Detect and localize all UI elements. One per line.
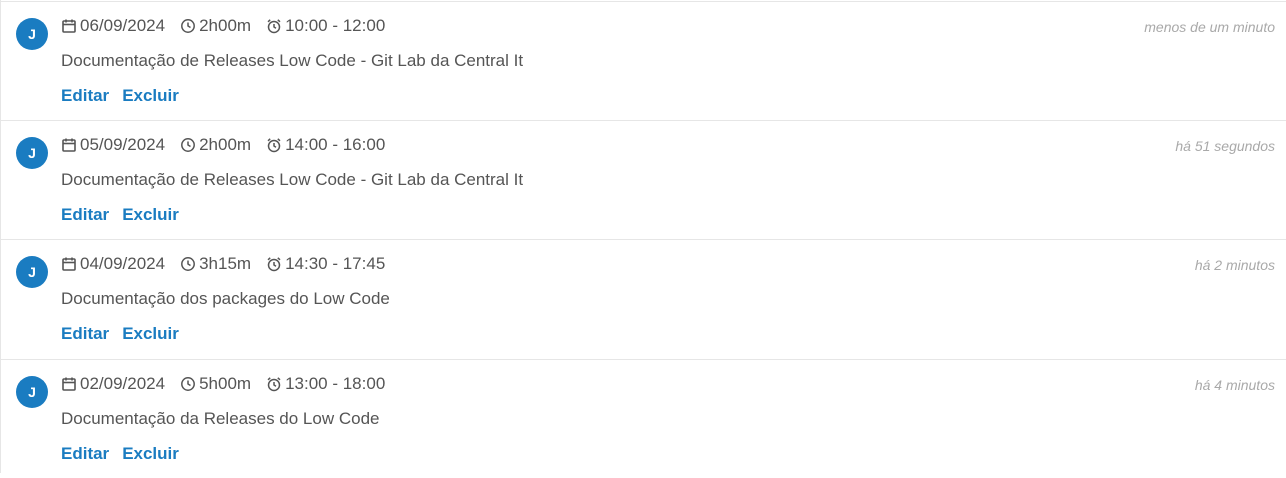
entry-duration: 3h15m [180,254,251,274]
time-entry: J 05/09/2024 2h00m 14:00 - 16:00 há 51 s… [1,120,1286,239]
edit-link[interactable]: Editar [61,86,109,106]
time-entry: J 02/09/2024 5h00m 13:00 - 18:00 há 4 mi… [1,359,1286,478]
entry-date-text: 05/09/2024 [80,135,166,154]
alarm-clock-icon [267,138,281,153]
clock-icon [181,257,196,271]
entry-actions: Editar Excluir [61,324,179,344]
entry-time-range: 14:30 - 17:45 [266,254,385,274]
entry-description: Documentação dos packages do Low Code [61,289,390,308]
entry-date: 06/09/2024 [61,16,165,36]
entry-description: Documentação de Releases Low Code - Git … [61,51,524,70]
entry-time-range-text: 13:00 - 18:00 [285,374,386,393]
entry-meta: 06/09/2024 2h00m 10:00 - 12:00 [61,15,400,37]
entry-duration: 2h00m [180,16,251,36]
delete-link[interactable]: Excluir [122,205,179,225]
entry-actions: Editar Excluir [61,205,179,225]
edit-link[interactable]: Editar [61,444,109,464]
time-entry-list: J 06/09/2024 2h00m 10:00 - 12:00 menos d… [0,0,1286,473]
avatar: J [16,137,48,169]
edit-link[interactable]: Editar [61,324,109,344]
entry-duration-text: 5h00m [199,374,252,393]
entry-date-text: 06/09/2024 [80,16,166,35]
relative-time: menos de um minuto [1144,19,1275,35]
entry-duration: 2h00m [180,135,251,155]
alarm-clock-icon [267,19,281,34]
entry-meta: 04/09/2024 3h15m 14:30 - 17:45 [61,253,400,275]
alarm-clock-icon [267,377,281,392]
relative-time: há 4 minutos [1194,377,1275,393]
entry-duration-text: 3h15m [199,254,252,273]
avatar: J [16,18,48,50]
avatar: J [16,376,48,408]
clock-icon [181,19,196,33]
edit-link[interactable]: Editar [61,205,109,225]
clock-icon [181,138,196,152]
calendar-icon [62,19,76,33]
entry-time-range: 13:00 - 18:00 [266,374,385,394]
calendar-icon [62,257,76,271]
entry-time-range: 10:00 - 12:00 [266,16,385,36]
entry-duration-text: 2h00m [199,135,252,154]
alarm-clock-icon [267,257,281,272]
entry-time-range-text: 14:00 - 16:00 [285,135,386,154]
entry-time-range-text: 14:30 - 17:45 [285,254,386,273]
entry-time-range: 14:00 - 16:00 [266,135,385,155]
entry-duration: 5h00m [180,374,251,394]
entry-meta: 02/09/2024 5h00m 13:00 - 18:00 [61,373,400,395]
time-entry: J 06/09/2024 2h00m 10:00 - 12:00 menos d… [1,1,1286,120]
entry-actions: Editar Excluir [61,444,179,464]
entry-date: 05/09/2024 [61,135,165,155]
delete-link[interactable]: Excluir [122,324,179,344]
entry-date: 04/09/2024 [61,254,165,274]
relative-time: há 51 segundos [1175,138,1275,154]
avatar: J [16,256,48,288]
calendar-icon [62,377,76,391]
entry-description: Documentação da Releases do Low Code [61,409,380,428]
entry-date-text: 04/09/2024 [80,254,166,273]
delete-link[interactable]: Excluir [122,444,179,464]
entry-description: Documentação de Releases Low Code - Git … [61,170,524,189]
delete-link[interactable]: Excluir [122,86,179,106]
calendar-icon [62,138,76,152]
entry-meta: 05/09/2024 2h00m 14:00 - 16:00 [61,134,400,156]
entry-actions: Editar Excluir [61,86,179,106]
time-entry: J 04/09/2024 3h15m 14:30 - 17:45 há 2 mi… [1,239,1286,358]
entry-date: 02/09/2024 [61,374,165,394]
entry-date-text: 02/09/2024 [80,374,166,393]
relative-time: há 2 minutos [1194,257,1275,273]
entry-duration-text: 2h00m [199,16,252,35]
clock-icon [181,377,196,391]
entry-time-range-text: 10:00 - 12:00 [285,16,386,35]
